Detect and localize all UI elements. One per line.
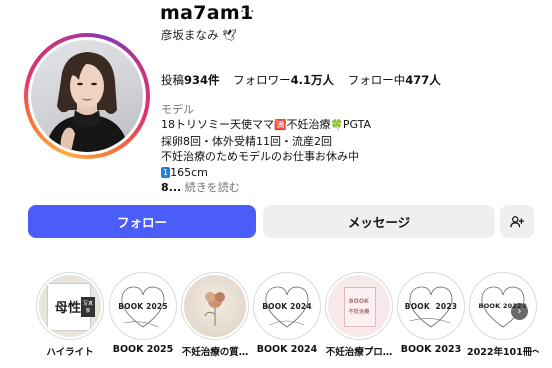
full-badge-icon: 🈵 [274, 120, 287, 131]
suggested-accounts-button[interactable] [500, 205, 534, 238]
avatar-border [28, 37, 146, 155]
portrait-image [45, 52, 129, 152]
highlight-item[interactable]: 不妊治療の質… [179, 272, 251, 358]
profile-category: モデル [161, 103, 194, 116]
highlight-label: BOOK 2024 [256, 344, 318, 355]
clover-icon: 🍀 [330, 120, 343, 131]
message-button[interactable]: メッセージ [263, 205, 495, 238]
highlight-cover: BOOK 不妊治療 [325, 272, 393, 340]
highlight-cover: BOOK 2025 [109, 272, 177, 340]
flower-icon [204, 292, 225, 326]
bio-line-2: 採卵8回・体外受精11回・流産2回 [161, 134, 332, 148]
profile-avatar[interactable] [24, 33, 150, 159]
highlight-item[interactable]: BOOK 不妊治療 不妊治療プロ… [323, 272, 395, 358]
avatar-photo [31, 40, 143, 152]
following-count[interactable]: フォロー中477人 [348, 73, 441, 87]
highlight-cover: BOOK 2024 [253, 272, 321, 340]
more-options-icon[interactable]: ··· [240, 5, 255, 20]
highlight-item[interactable]: BOOK 2024 BOOK 2024 [251, 272, 323, 355]
followers-count[interactable]: フォロワー4.1万人 [233, 73, 334, 87]
posts-count: 投稿934件 [161, 73, 220, 87]
book-cover-heart: BOOK 2023 [400, 275, 462, 337]
book-cover-heart: BOOK 2024 [256, 275, 318, 337]
highlight-cover [181, 272, 249, 340]
bio-line-4: 1 165cm [161, 165, 208, 179]
highlight-label: BOOK 2025 [112, 344, 174, 355]
follow-button[interactable]: フォロー [28, 205, 256, 238]
profile-bio: 18トリソミー天使ママ🈵不妊治療🍀PGTA 採卵8回・体外受精11回・流産2回 … [161, 117, 371, 196]
highlight-label: ハイライト [46, 347, 94, 358]
book-cover-pink: BOOK 不妊治療 [328, 275, 390, 337]
read-more-link[interactable]: 8... 続きを読む [161, 180, 371, 196]
highlight-cover: BOOK 2023 [397, 272, 465, 340]
profile-stats: 投稿934件 フォロワー4.1万人 フォロー中477人 [161, 72, 451, 88]
book-cover-heart: BOOK 2022② [472, 275, 534, 337]
flower-photo [184, 275, 246, 337]
highlight-label: BOOK 2023 [400, 344, 462, 355]
book-cover-heart: BOOK 2025 [112, 275, 174, 337]
highlight-label: 不妊治療の質… [181, 347, 249, 358]
highlight-label: 2022年101冊〜 [467, 347, 539, 358]
highlight-item[interactable]: BOOK 2023 BOOK 2023 [395, 272, 467, 355]
number-one-badge: 1 [161, 166, 171, 178]
highlight-item[interactable]: 母性 写真家 ハイライト [34, 272, 106, 358]
add-person-icon [510, 215, 524, 227]
bio-line-3: 不妊治療のためモデルのお仕事お休み中 [161, 150, 359, 163]
bio-line-1: 18トリソミー天使ママ🈵不妊治療🍀PGTA [161, 118, 372, 131]
book-cover-image: 母性 写真家 [39, 275, 101, 337]
highlight-cover: 母性 写真家 [36, 272, 104, 340]
story-highlights: 母性 写真家 ハイライト BOOK 2025 BOOK 2025 不妊治療の質…… [0, 272, 552, 368]
highlight-cover: BOOK 2022② [469, 272, 537, 340]
highlight-item[interactable]: BOOK 2025 BOOK 2025 [107, 272, 179, 355]
highlight-label: 不妊治療プロ… [325, 347, 393, 358]
profile-fullname: 彦坂まなみ 🕊 [161, 28, 237, 42]
highlight-item[interactable]: BOOK 2022② 2022年101冊〜 [467, 272, 539, 358]
